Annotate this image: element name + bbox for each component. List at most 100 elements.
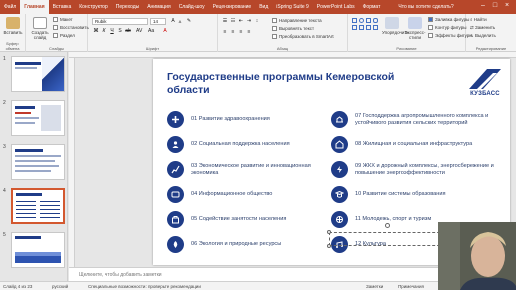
font-group: Rubik 14 A A ✎ Ж К Ч S ab AV Aa A Шрифт (88, 14, 218, 52)
program-item[interactable]: 10 Развитие системы образования (331, 186, 496, 203)
selection-box[interactable] (329, 232, 445, 246)
slides-group-label: Слайды (49, 46, 64, 51)
maximize-icon[interactable]: □ (490, 1, 500, 11)
layout-button[interactable]: Макет (53, 17, 73, 22)
language-indicator[interactable]: русский (52, 284, 68, 289)
shape-fill-button[interactable]: Заливка фигуры (428, 17, 469, 22)
tab-8[interactable]: Вид (255, 0, 272, 14)
slide-thumbnail[interactable] (11, 100, 65, 136)
program-glyph-icon (171, 191, 180, 198)
tab-7[interactable]: Рецензирование (209, 0, 256, 14)
paste-button[interactable]: Вставить (2, 17, 24, 35)
italic-icon[interactable]: К (101, 28, 107, 34)
strikethrough-icon[interactable]: ab (125, 28, 131, 34)
shadow-icon[interactable]: S (117, 28, 123, 34)
replace-button[interactable]: ⇄ Заменить (470, 25, 495, 31)
program-label: 01 Развитие здравоохранения (191, 116, 270, 122)
bold-icon[interactable]: Ж (93, 28, 99, 34)
slide-counter: Слайд 4 из 23 (3, 284, 33, 289)
tab-0[interactable]: Файл (0, 0, 20, 14)
program-glyph-icon (336, 216, 343, 223)
tab-2[interactable]: Вставка (49, 0, 76, 14)
slide-thumbnail[interactable] (11, 232, 65, 268)
tab-6[interactable]: Слайд-шоу (175, 0, 209, 14)
program-label: 11 Молодежь, спорт и туризм (355, 216, 432, 222)
accessibility-status[interactable]: Специальные возможности: проверьте реком… (88, 284, 201, 289)
notes-button[interactable]: Заметки (366, 284, 383, 289)
oval-shape-icon[interactable] (359, 18, 364, 23)
shrink-font-icon[interactable]: A (177, 19, 183, 24)
numbering-icon[interactable]: ☷ (230, 18, 236, 24)
program-item[interactable]: 06 Экология и природные ресурсы (167, 236, 332, 253)
justify-icon[interactable]: ≡ (246, 29, 252, 35)
comments-button[interactable]: Примечания (398, 284, 424, 289)
program-item[interactable]: 03 Экономическое развитие и инновационна… (167, 161, 332, 178)
slide-thumbnail[interactable] (11, 144, 65, 180)
thumbnail-number: 2 (3, 100, 6, 106)
new-slide-icon (33, 17, 47, 29)
quick-styles-button[interactable]: Экспресс-стили (403, 17, 427, 40)
tab-5[interactable]: Анимация (143, 0, 174, 14)
font-color-icon[interactable]: A (162, 28, 168, 34)
font-name-select[interactable]: Rubik (92, 18, 148, 25)
text-direction-button[interactable]: Направление текста (272, 18, 322, 23)
rounded-rect-shape-icon[interactable] (373, 18, 378, 23)
find-button[interactable]: ⌕ Найти (470, 17, 487, 22)
smartart-button[interactable]: Преобразовать в SmartArt (272, 34, 334, 39)
resize-handle[interactable] (327, 230, 331, 234)
align-right-icon[interactable]: ≡ (238, 29, 244, 35)
line-shape-icon[interactable] (352, 25, 357, 30)
program-item[interactable]: 08 Жилищная и социальная инфраструктура (331, 136, 496, 153)
reset-icon (53, 25, 58, 30)
tab-1[interactable]: Главная (20, 0, 49, 14)
section-button[interactable]: Раздел (53, 33, 75, 38)
program-glyph-icon (336, 116, 343, 123)
new-slide-button[interactable]: Создать слайд (29, 17, 51, 40)
clipboard-group-label: Буфер обмена (5, 41, 20, 51)
program-item[interactable]: 02 Социальная поддержка населения (167, 136, 332, 153)
rectangle-shape-icon[interactable] (352, 18, 357, 23)
triangle-shape-icon[interactable] (366, 25, 371, 30)
grow-font-icon[interactable]: A (170, 18, 176, 24)
arrow-shape-icon[interactable] (359, 25, 364, 30)
resize-handle[interactable] (327, 244, 331, 248)
tab-11[interactable]: Формат (359, 0, 385, 14)
font-size-select[interactable]: 14 (150, 18, 166, 25)
slide-title[interactable]: Государственные программы Кемеровской об… (167, 71, 427, 97)
tab-10[interactable]: PowerPoint Labs (313, 0, 359, 14)
more-shapes-icon[interactable] (373, 25, 378, 30)
thumb-title-bar (15, 62, 41, 65)
align-center-icon[interactable]: ≡ (230, 29, 236, 35)
clear-format-icon[interactable]: ✎ (186, 18, 192, 24)
slide-thumbnail-selected[interactable] (11, 188, 65, 224)
slide-thumbnail[interactable] (11, 56, 65, 92)
increase-indent-icon[interactable]: ⇥ (246, 18, 252, 24)
select-button[interactable]: ↖ Выделить (470, 33, 496, 39)
program-item[interactable]: 09 ЖКХ и дорожный комплексы, энергосбере… (331, 161, 496, 178)
align-left-icon[interactable]: ≡ (222, 29, 228, 35)
notes-placeholder[interactable]: Щелкните, чтобы добавить заметки (79, 272, 162, 278)
program-item[interactable]: 05 Содействие занятости населения (167, 211, 332, 228)
program-item[interactable]: 07 Господдержка агропромышленного компле… (331, 111, 496, 128)
line-spacing-icon[interactable]: ↕ (254, 18, 260, 24)
case-icon[interactable]: Aa (148, 28, 154, 34)
program-item[interactable]: 04 Информационное общество (167, 186, 332, 203)
program-item[interactable]: 01 Развитие здравоохранения (167, 111, 332, 128)
rotate-handle-icon[interactable] (385, 223, 390, 228)
close-icon[interactable]: × (502, 1, 512, 11)
underline-icon[interactable]: Ч (109, 28, 115, 34)
decrease-indent-icon[interactable]: ⇤ (238, 18, 244, 24)
minimize-icon[interactable]: – (478, 1, 488, 11)
textbox-shape-icon[interactable] (366, 18, 371, 23)
bullets-icon[interactable]: ☰ (222, 18, 228, 24)
tell-me-search[interactable]: Что вы хотите сделать? (398, 4, 453, 10)
spacing-icon[interactable]: AV (136, 28, 142, 34)
tab-3[interactable]: Конструктор (75, 0, 112, 14)
align-text-button[interactable]: Выровнять текст (272, 26, 314, 31)
tab-9[interactable]: iSpring Suite 9 (272, 0, 313, 14)
reset-button[interactable]: Восстановить (53, 25, 89, 30)
arrange-button[interactable]: Упорядочить (382, 17, 409, 35)
tab-4[interactable]: Переходы (112, 0, 143, 14)
thumbnail-row[interactable]: 5 (0, 230, 67, 282)
shape-outline-button[interactable]: Контур фигуры (428, 25, 466, 30)
